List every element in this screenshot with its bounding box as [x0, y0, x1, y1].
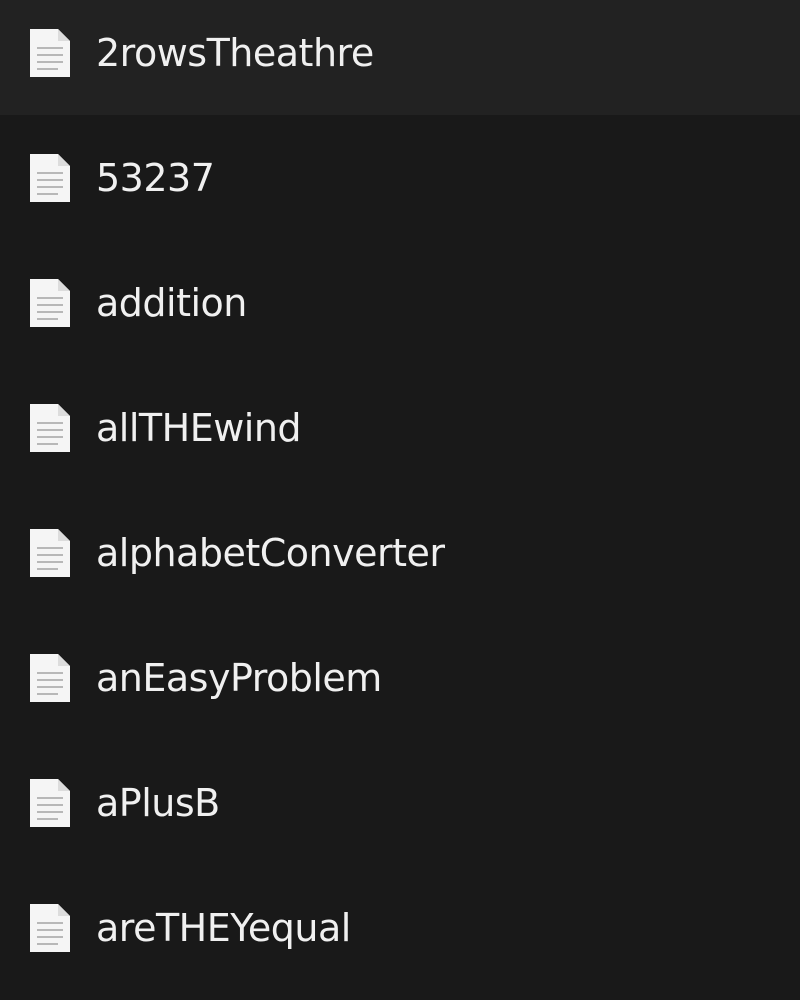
text-document-icon	[28, 153, 72, 203]
file-item[interactable]: 2rowsTheathre	[0, 0, 800, 115]
file-item[interactable]: allTHEwind	[0, 365, 800, 490]
file-item[interactable]: anEasyProblem	[0, 615, 800, 740]
text-document-icon	[28, 528, 72, 578]
text-document-icon	[28, 778, 72, 828]
text-document-icon	[28, 403, 72, 453]
file-item[interactable]: aPlusB	[0, 740, 800, 865]
file-item[interactable]: addition	[0, 240, 800, 365]
file-name: aPlusB	[96, 780, 220, 825]
file-item[interactable]: alphabetConverter	[0, 490, 800, 615]
text-document-icon	[28, 28, 72, 78]
file-name: areTHEYequal	[96, 905, 351, 950]
file-name: 2rowsTheathre	[96, 30, 374, 75]
text-document-icon	[28, 903, 72, 953]
file-name: addition	[96, 280, 247, 325]
text-document-icon	[28, 653, 72, 703]
file-item[interactable]: 53237	[0, 115, 800, 240]
text-document-icon	[28, 278, 72, 328]
file-name: alphabetConverter	[96, 530, 445, 575]
file-item[interactable]: areTHEYequal	[0, 865, 800, 990]
file-name: anEasyProblem	[96, 655, 382, 700]
file-name: allTHEwind	[96, 405, 302, 450]
file-name: 53237	[96, 155, 215, 200]
file-list: 2rowsTheathre 53237 addition allTHEwind …	[0, 0, 800, 1000]
